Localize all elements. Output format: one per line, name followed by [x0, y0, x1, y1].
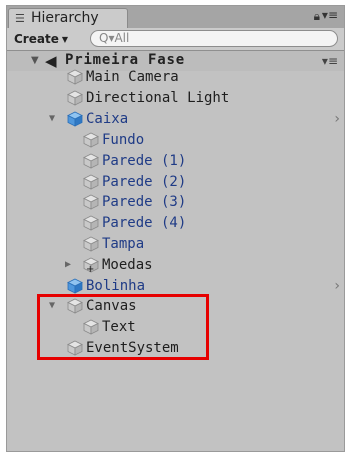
hierarchy-item-label: Parede (3)	[102, 194, 187, 210]
gameobject-icon	[67, 90, 83, 106]
highlight-box	[37, 294, 209, 360]
scene-expand-arrow-icon[interactable]: ▼	[31, 55, 39, 66]
hierarchy-item[interactable]: ▼ Caixa ›	[7, 109, 344, 129]
hierarchy-item[interactable]: Bolinha ›	[7, 276, 344, 296]
gameobject-icon	[83, 174, 99, 190]
scene-title: Primeira Fase	[65, 52, 185, 68]
hierarchy-item[interactable]: Directional Light	[7, 88, 344, 108]
hierarchy-item[interactable]: Parede (3)	[7, 192, 344, 212]
prefab-add-icon: +	[83, 257, 99, 273]
prefab-icon	[67, 278, 83, 294]
hierarchy-item[interactable]: Parede (1)	[7, 151, 344, 171]
dropdown-arrow-icon: ▼	[61, 34, 68, 44]
hierarchy-item-label: Parede (2)	[102, 174, 187, 190]
gameobject-icon	[83, 153, 99, 169]
hierarchy-item-label: Bolinha	[86, 278, 146, 294]
hierarchy-item-label: Caixa	[86, 111, 129, 127]
scene-menu-icon[interactable]: ▾≡	[322, 54, 338, 68]
hierarchy-item[interactable]: Fundo	[7, 130, 344, 150]
search-placeholder: Q▾All	[99, 31, 130, 45]
hierarchy-item[interactable]: Main Camera	[7, 67, 344, 87]
svg-text:+: +	[86, 264, 94, 273]
create-button-label: Create	[14, 32, 59, 46]
hierarchy-item-label: Fundo	[102, 132, 145, 148]
gameobject-icon	[83, 132, 99, 148]
hierarchy-item-label: Directional Light	[86, 90, 230, 106]
tab-bar: ☰ Hierarchy 🔒︎ ▾≡	[7, 6, 344, 29]
gameobject-icon	[83, 236, 99, 252]
hierarchy-panel: ☰ Hierarchy 🔒︎ ▾≡ Create ▼ Q▾All ▼ ◀ Prime…	[6, 5, 345, 452]
prefab-open-chevron-icon[interactable]: ›	[334, 276, 340, 296]
expand-arrow-icon[interactable]: ▼	[49, 109, 55, 129]
lock-icon[interactable]: 🔒︎	[314, 9, 320, 24]
search-input[interactable]: Q▾All	[90, 30, 338, 47]
hierarchy-item[interactable]: Tampa	[7, 234, 344, 254]
list-icon: ☰	[15, 12, 25, 25]
collapse-arrow-icon[interactable]: ▶	[65, 255, 71, 275]
hierarchy-item-label: Parede (4)	[102, 215, 187, 231]
hierarchy-item[interactable]: Parede (2)	[7, 172, 344, 192]
create-button[interactable]: Create ▼	[14, 31, 68, 47]
hierarchy-item[interactable]: Parede (4)	[7, 213, 344, 233]
tab-hierarchy[interactable]: ☰ Hierarchy	[8, 8, 128, 28]
hierarchy-item-label: Parede (1)	[102, 153, 187, 169]
hierarchy-item-label: Moedas	[102, 257, 153, 273]
gameobject-icon	[83, 215, 99, 231]
panel-menu-icon[interactable]: ▾≡	[322, 8, 338, 22]
gameobject-icon	[67, 69, 83, 85]
tab-hierarchy-label: Hierarchy	[31, 10, 99, 26]
toolbar: Create ▼ Q▾All	[7, 28, 344, 51]
hierarchy-item-label: Tampa	[102, 236, 145, 252]
hierarchy-item[interactable]: ▶ + Moedas	[7, 255, 344, 275]
gameobject-icon	[83, 194, 99, 210]
prefab-icon	[67, 111, 83, 127]
prefab-open-chevron-icon[interactable]: ›	[334, 109, 340, 129]
hierarchy-item-label: Main Camera	[86, 69, 179, 85]
